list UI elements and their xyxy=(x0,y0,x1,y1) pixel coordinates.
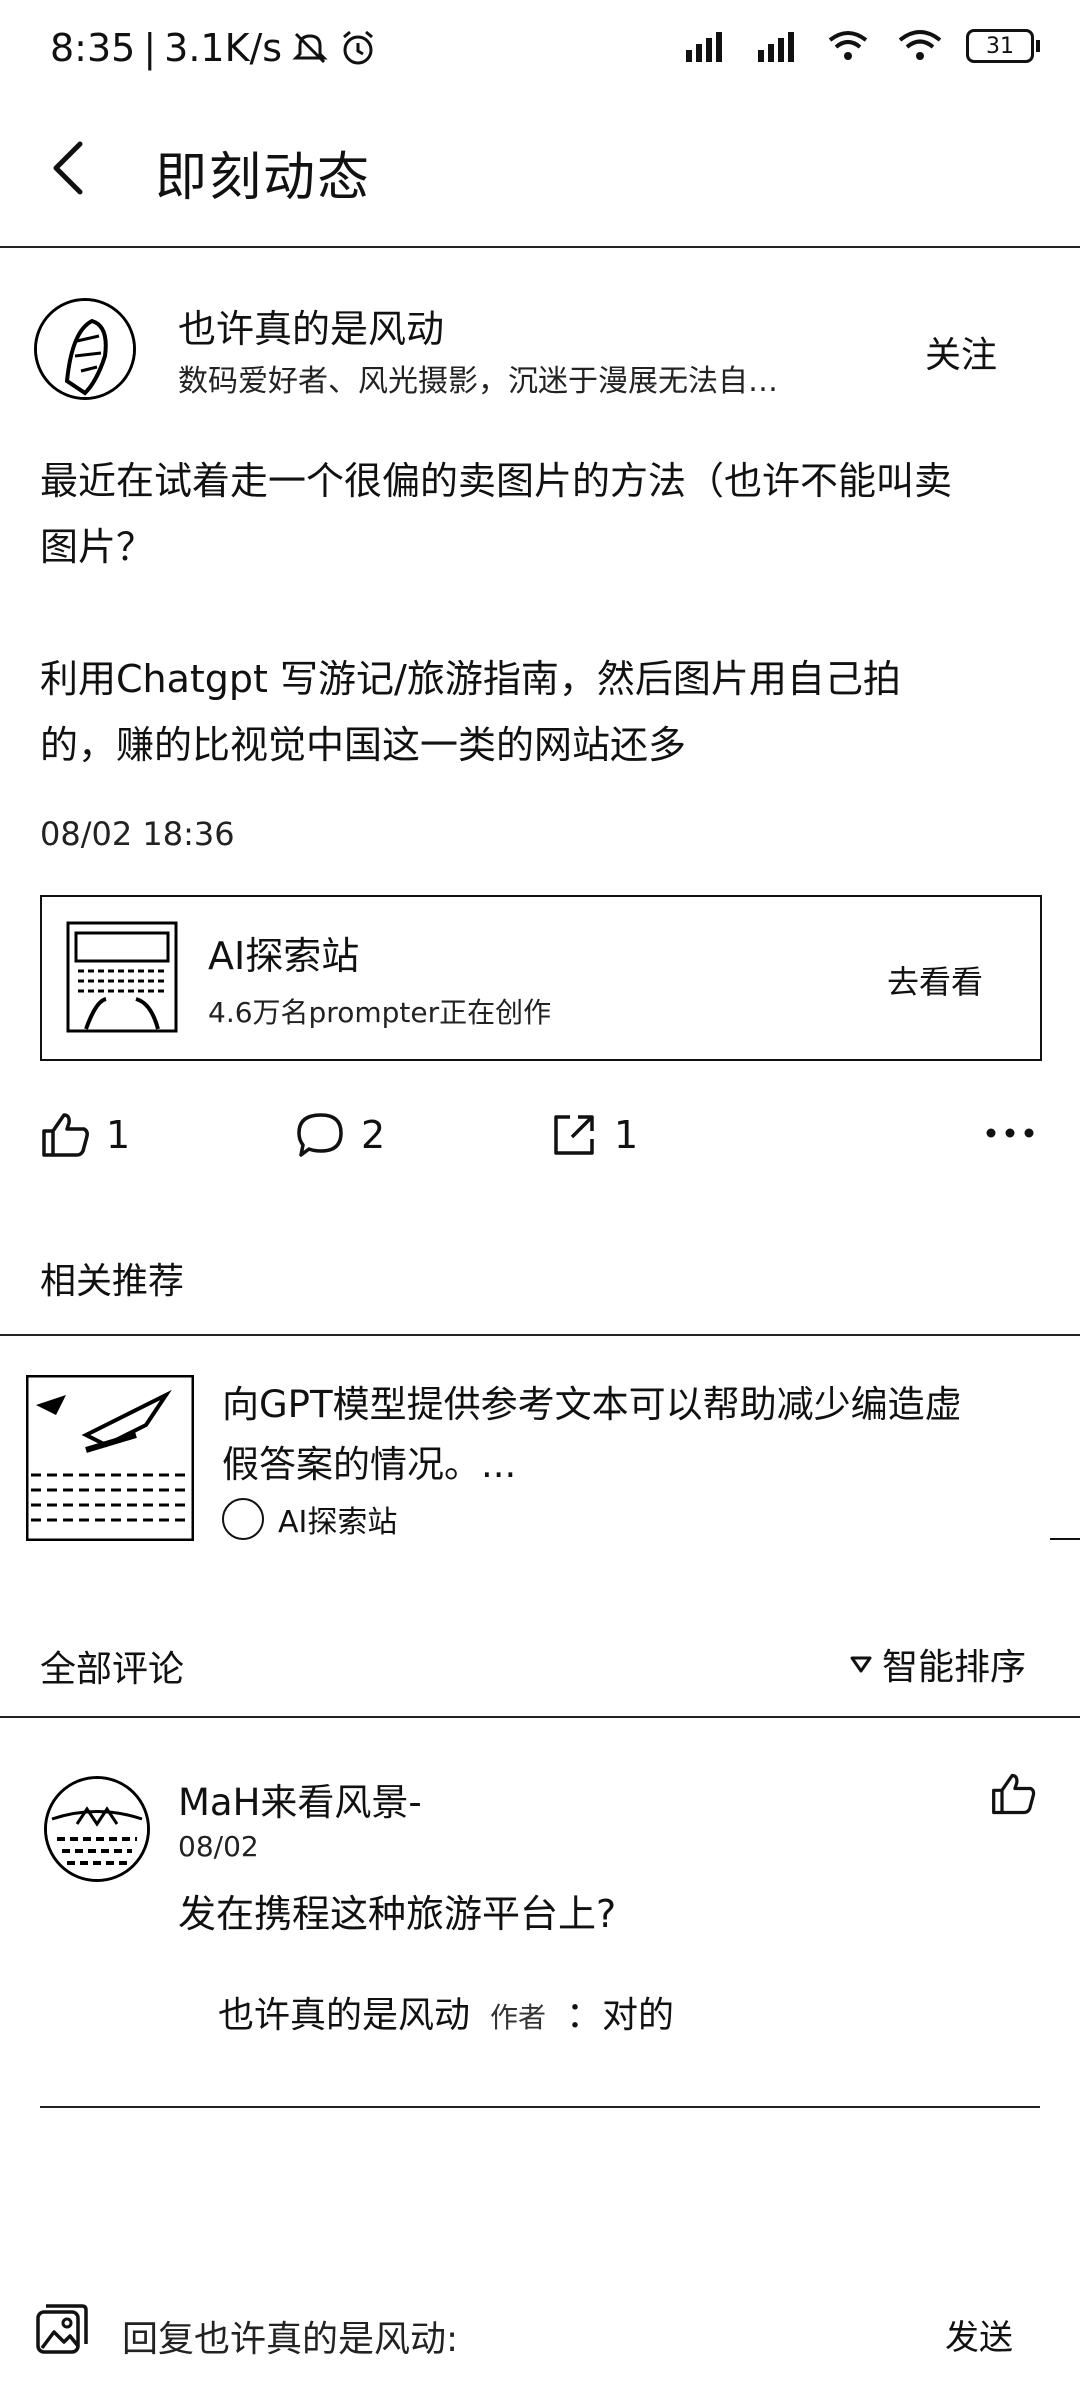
topic-subtitle: 4.6万名prompter正在创作 xyxy=(208,996,552,1029)
source-avatar xyxy=(222,1498,264,1540)
alarm-icon xyxy=(343,30,374,65)
battery-level: 31 xyxy=(966,29,1034,63)
comment-date: 08/02 xyxy=(178,1830,259,1863)
commenter-name[interactable]: MaH来看风景- xyxy=(178,1772,422,1826)
comments-divider xyxy=(0,1716,1080,1718)
commenter-avatar-image xyxy=(47,1779,147,1879)
wifi-icon xyxy=(898,30,942,60)
comment-reply[interactable]: 也许真的是风动 作者 ：对的 xyxy=(218,1986,674,2038)
comment-text: 发在携程这种旅游平台上? xyxy=(178,1892,617,1936)
reply-input[interactable]: 回复也许真的是风动: xyxy=(122,2310,458,2362)
related-title: 向GPT模型提供参考文本可以帮助减少编造虚 假答案的情况。... xyxy=(222,1375,1052,1495)
post-content: 最近在试着走一个很偏的卖图片的方法（也许不能叫卖 图片？ 利用Chatgpt 写… xyxy=(40,448,1050,778)
related-edge-mark xyxy=(1050,1538,1080,1540)
status-right: 31 xyxy=(682,28,1040,64)
topic-card[interactable]: AI探索站 4.6万名prompter正在创作 去看看 xyxy=(40,895,1042,1061)
related-source: AI探索站 xyxy=(222,1497,397,1541)
comment-button[interactable]: 2 xyxy=(295,1095,385,1175)
signal-hd-2-icon xyxy=(758,32,794,62)
reply-author: 也许真的是风动 xyxy=(218,1995,471,2036)
sort-triangle-icon xyxy=(850,1656,872,1673)
status-speed: 3.1K/s xyxy=(164,26,283,70)
like-count: 1 xyxy=(106,1113,131,1157)
comment-divider xyxy=(40,2106,1040,2108)
signal-hd-icon xyxy=(686,32,722,62)
topic-thumbnail xyxy=(66,921,178,1033)
author-bio: 数码爱好者、风光摄影，沉迷于漫展无法自… xyxy=(178,364,778,399)
related-heading: 相关推荐 xyxy=(40,1261,185,1302)
mute-icon xyxy=(292,32,328,64)
status-bar: 8:35 | 3.1K/s 31 xyxy=(0,0,1080,100)
related-item[interactable]: 向GPT模型提供参考文本可以帮助减少编造虚 假答案的情况。... AI探索站 xyxy=(26,1375,1080,1545)
status-left: 8:35 | 3.1K/s xyxy=(50,26,378,70)
like-icon xyxy=(42,1113,89,1157)
topic-name: AI探索站 xyxy=(208,934,360,978)
related-title-line: 向GPT模型提供参考文本可以帮助减少编造虚 xyxy=(222,1383,962,1426)
follow-button[interactable]: 关注 xyxy=(925,326,997,378)
post-text-line: 最近在试着走一个很偏的卖图片的方法（也许不能叫卖 xyxy=(40,459,953,503)
related-title-line: 假答案的情况。... xyxy=(222,1443,517,1486)
comment-icon xyxy=(297,1113,343,1157)
image-picker-icon[interactable] xyxy=(34,2302,90,2358)
more-icon[interactable] xyxy=(985,1118,1035,1148)
wifi-plus-icon xyxy=(828,31,868,60)
related-divider xyxy=(0,1334,1080,1336)
commenter-avatar[interactable] xyxy=(44,1776,150,1882)
page-title: 即刻动态 xyxy=(155,148,372,208)
reply-text: ：对的 xyxy=(566,1995,675,2036)
sort-button[interactable]: 智能排序 xyxy=(850,1638,1026,1690)
topic-go-button[interactable]: 去看看 xyxy=(887,957,983,1003)
post-time: 08/02 18:36 xyxy=(40,815,235,853)
post-text-line: 利用Chatgpt 写游记/旅游指南，然后图片用自己拍 xyxy=(40,657,901,701)
author-badge: 作者 xyxy=(490,2001,547,2034)
send-button[interactable]: 发送 xyxy=(945,2310,1013,2359)
status-time: 8:35 xyxy=(50,26,136,70)
sort-label: 智能排序 xyxy=(882,1647,1027,1688)
share-button[interactable]: 1 xyxy=(548,1095,638,1175)
header-divider xyxy=(0,246,1080,248)
post-text-line: 图片？ xyxy=(40,525,155,569)
like-button[interactable]: 1 xyxy=(40,1095,130,1175)
related-source-name: AI探索站 xyxy=(278,1505,398,1540)
comments-heading: 全部评论 xyxy=(40,1649,185,1690)
battery-icon: 31 xyxy=(966,29,1040,63)
comment-count: 2 xyxy=(361,1113,386,1157)
post-text-line: 的，赚的比视觉中国这一类的网站还多 xyxy=(40,723,687,767)
author-name[interactable]: 也许真的是风动 xyxy=(178,298,444,353)
related-thumbnail xyxy=(26,1375,194,1541)
comment-like-icon[interactable] xyxy=(990,1770,1038,1818)
share-icon xyxy=(554,1115,594,1155)
author-avatar[interactable] xyxy=(34,298,136,400)
back-icon[interactable] xyxy=(42,138,102,198)
status-divider: | xyxy=(143,26,157,70)
avatar-image xyxy=(37,301,133,397)
share-count: 1 xyxy=(614,1113,639,1157)
